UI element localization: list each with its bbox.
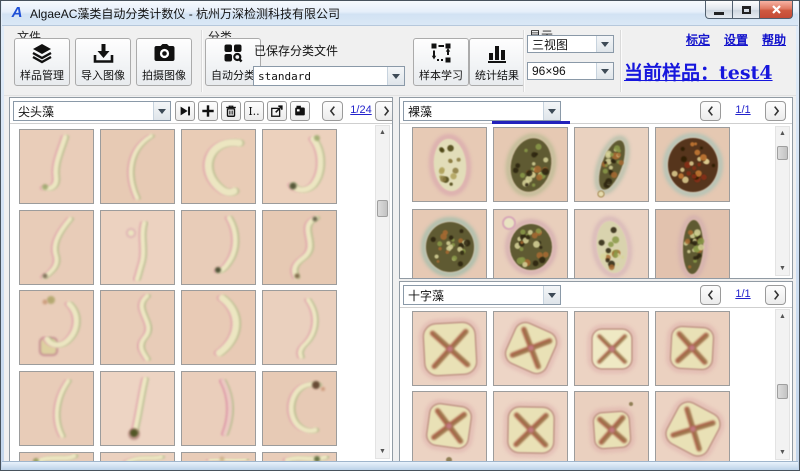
algae-thumbnail[interactable]: [181, 371, 256, 446]
app-window: A AlgaeAC藻类自动分类计数仪 - 杭州万深检测科技有限公司 文件 样品管…: [0, 0, 800, 471]
camera-icon: [153, 39, 176, 67]
maximize-icon: [742, 6, 751, 14]
algae-thumbnail[interactable]: [262, 371, 337, 446]
chevron-down-icon: [596, 36, 613, 52]
sample-learn-button[interactable]: 样本学习: [413, 38, 469, 86]
algae-thumbnail[interactable]: [100, 290, 175, 365]
algae-thumbnail[interactable]: [493, 127, 568, 202]
algae-thumbnail[interactable]: [100, 371, 175, 446]
window-controls: [705, 1, 793, 19]
algae-thumbnail[interactable]: [19, 129, 94, 204]
scroll-down-icon[interactable]: ▼: [376, 445, 389, 458]
scrollbar-thumb[interactable]: [777, 146, 788, 160]
saved-classify-files-select[interactable]: standard: [253, 66, 405, 86]
minimize-icon: [714, 12, 724, 15]
algae-thumbnail[interactable]: [19, 371, 94, 446]
scrollbar-thumb[interactable]: [377, 200, 388, 217]
sample-learn-label: 样本学习: [419, 67, 463, 83]
algae-thumbnail[interactable]: [493, 391, 568, 463]
scroll-up-icon[interactable]: ▲: [776, 127, 789, 140]
close-button[interactable]: [760, 1, 793, 19]
import-images-button[interactable]: 导入图像: [75, 38, 131, 86]
thumb-size-select[interactable]: 96×96: [527, 62, 614, 80]
window-bottom-frame: [2, 461, 798, 470]
saved-classify-files-value: standard: [254, 70, 387, 83]
algae-thumbnail[interactable]: [412, 209, 487, 279]
algae-thumbnail[interactable]: [262, 210, 337, 285]
algae-thumbnail[interactable]: [655, 311, 730, 386]
algae-thumbnail[interactable]: [574, 127, 649, 202]
titlebar: A AlgaeAC藻类自动分类计数仪 - 杭州万深检测科技有限公司: [2, 1, 798, 26]
view-mode-select[interactable]: 三视图: [527, 35, 614, 53]
algae-thumbnail[interactable]: [493, 209, 568, 279]
layers-icon: [31, 39, 53, 67]
auto-classify-label: 自动分类: [211, 67, 255, 83]
algae-thumbnail[interactable]: [262, 290, 337, 365]
scroll-down-icon[interactable]: ▼: [776, 262, 789, 275]
maximize-button[interactable]: [733, 1, 760, 19]
top-links: 标定 设置 帮助: [686, 31, 786, 48]
chevron-down-icon: [387, 67, 404, 85]
view-mode-value: 三视图: [528, 36, 596, 53]
stats-result-label: 统计结果: [475, 67, 519, 83]
algae-thumbnail[interactable]: [574, 391, 649, 463]
panel-species-2: 裸藻 1/1 ▲ ▼: [399, 97, 793, 279]
algae-thumbnail[interactable]: [655, 127, 730, 202]
current-sample-link[interactable]: 当前样品：test4: [624, 58, 773, 85]
thumb-size-value: 96×96: [528, 64, 596, 78]
capture-images-label: 拍摄图像: [142, 67, 186, 83]
toolbar: 文件 样品管理 导入图像 拍摄图像 分类: [4, 26, 796, 96]
saved-classify-files-label: 已保存分类文件: [254, 42, 338, 59]
scroll-up-icon[interactable]: ▲: [376, 126, 389, 139]
algae-thumbnail[interactable]: [19, 290, 94, 365]
algae-thumbnail[interactable]: [412, 311, 487, 386]
bar-chart-icon: [486, 39, 508, 67]
vertical-scrollbar[interactable]: ▲ ▼: [775, 309, 790, 460]
algae-thumbnail[interactable]: [181, 290, 256, 365]
scroll-down-icon[interactable]: ▼: [776, 446, 789, 459]
algae-thumbnail[interactable]: [493, 311, 568, 386]
scroll-up-icon[interactable]: ▲: [776, 310, 789, 323]
app-logo-icon: A: [9, 5, 25, 21]
classify-grid-magnifier-icon: [222, 39, 244, 67]
sample-manage-button[interactable]: 样品管理: [14, 38, 70, 86]
vertical-scrollbar[interactable]: ▲ ▼: [375, 125, 390, 459]
panel-species-3: 十字藻 1/1 ▲ ▼: [399, 281, 793, 463]
settings-link[interactable]: 设置: [724, 31, 748, 48]
import-icon: [92, 39, 114, 67]
capture-images-button[interactable]: 拍摄图像: [136, 38, 192, 86]
calibrate-link[interactable]: 标定: [686, 31, 710, 48]
panel-species-1: 尖头藻 I.. 1/24: [9, 97, 393, 463]
help-link[interactable]: 帮助: [762, 31, 786, 48]
algae-thumbnail[interactable]: [181, 210, 256, 285]
algae-thumbnail[interactable]: [574, 209, 649, 279]
algae-thumbnail[interactable]: [181, 129, 256, 204]
chevron-down-icon: [596, 63, 613, 79]
toolbar-separator: [201, 30, 203, 92]
import-images-label: 导入图像: [81, 67, 125, 83]
minimize-button[interactable]: [705, 1, 733, 19]
vertical-scrollbar[interactable]: ▲ ▼: [775, 126, 790, 276]
algae-thumbnail[interactable]: [19, 210, 94, 285]
window-title: AlgaeAC藻类自动分类计数仪 - 杭州万深检测科技有限公司: [30, 5, 340, 22]
toolbar-separator: [620, 30, 622, 92]
sample-learn-icon: [430, 39, 452, 67]
algae-thumbnail[interactable]: [655, 209, 730, 279]
algae-thumbnail[interactable]: [412, 127, 487, 202]
sample-manage-label: 样品管理: [20, 67, 64, 83]
thumbnail-grid: [400, 282, 792, 462]
toolbar-separator: [523, 30, 525, 92]
thumbnail-grid: [400, 98, 792, 278]
algae-thumbnail[interactable]: [100, 129, 175, 204]
scrollbar-thumb[interactable]: [777, 384, 788, 399]
stats-result-button[interactable]: 统计结果: [469, 38, 525, 86]
algae-thumbnail[interactable]: [574, 311, 649, 386]
algae-thumbnail[interactable]: [262, 129, 337, 204]
close-icon: [771, 4, 782, 15]
thumbnail-grid: [10, 98, 392, 462]
algae-thumbnail[interactable]: [412, 391, 487, 463]
algae-thumbnail[interactable]: [655, 391, 730, 463]
selected-cell-underline: [492, 121, 570, 124]
algae-thumbnail[interactable]: [100, 210, 175, 285]
